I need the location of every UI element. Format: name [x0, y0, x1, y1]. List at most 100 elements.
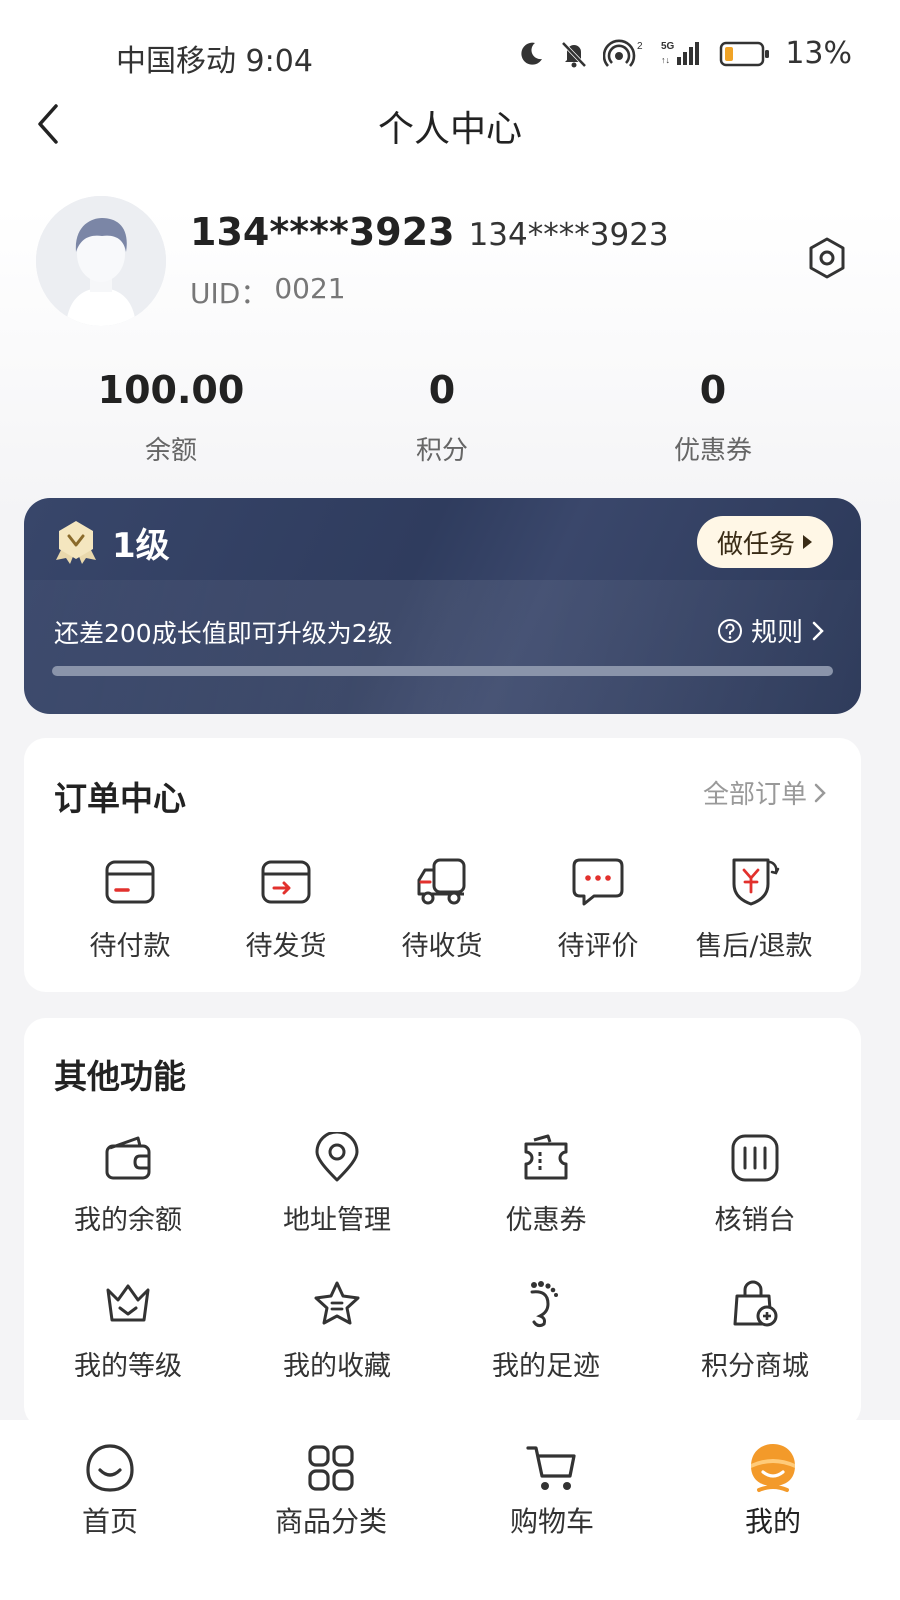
level-badge-icon — [56, 521, 96, 564]
signal-5g-icon: 5G ↑↓ — [661, 41, 700, 65]
chevron-right-icon — [812, 621, 824, 640]
stat-points[interactable]: 0 积分 — [332, 368, 552, 467]
function-address-management[interactable]: 地址管理 — [262, 1132, 412, 1237]
order-item-label: 售后/退款 — [695, 931, 813, 962]
order-pending-review[interactable]: 待评价 — [533, 854, 663, 963]
page-title: 个人中心 — [377, 109, 522, 150]
uid-value: 0021 — [274, 272, 346, 305]
status-icons: 2 5G ↑↓ 13% — [517, 36, 852, 71]
profile-name-row: 134****3923 134****3923 — [190, 210, 669, 254]
rule-label: 规则 — [750, 618, 803, 648]
chevron-right-icon — [814, 783, 826, 802]
carrier-time: 中国移动 9:04 — [116, 44, 313, 79]
svg-text:↑↓: ↑↓ — [661, 55, 670, 65]
order-item-label: 待评价 — [557, 931, 639, 962]
function-item-label: 核销台 — [714, 1205, 796, 1236]
moon-icon — [521, 42, 543, 65]
stat-coupons[interactable]: 0 优惠券 — [603, 368, 823, 467]
stat-value: 0 — [428, 368, 456, 412]
status-bar: 中国移动 9:04 2 5G ↑↓ 13% — [0, 0, 900, 100]
function-item-label: 地址管理 — [283, 1205, 391, 1236]
uid-label: UID： — [190, 277, 269, 310]
home-face-icon — [86, 1444, 134, 1492]
function-item-label: 我的等级 — [74, 1351, 182, 1382]
order-item-label: 待收货 — [401, 931, 483, 962]
truck-icon — [417, 858, 466, 905]
all-orders-link[interactable]: 全部订单 — [703, 774, 827, 811]
comment-icon — [572, 858, 624, 906]
category-grid-icon — [308, 1445, 354, 1491]
coupon-icon — [524, 1134, 568, 1180]
do-task-button[interactable]: 做任务 — [697, 516, 833, 568]
location-pin-icon — [315, 1132, 359, 1182]
avatar[interactable] — [36, 196, 166, 326]
tab-cart[interactable]: 购物车 — [452, 1440, 652, 1540]
tab-categories[interactable]: 商品分类 — [231, 1440, 431, 1540]
help-circle-icon — [717, 618, 742, 643]
all-orders-label: 全部订单 — [702, 780, 807, 810]
function-points-mall[interactable]: 积分商城 — [680, 1278, 830, 1383]
wallet-icon — [105, 1136, 151, 1180]
settings-hexagon-icon[interactable] — [804, 234, 850, 284]
level-rule-link[interactable]: 规则 — [717, 612, 825, 649]
function-item-label: 我的足迹 — [492, 1351, 600, 1382]
refund-icon — [732, 858, 780, 906]
profile-icon — [751, 1444, 795, 1492]
function-item-label: 我的余额 — [74, 1205, 182, 1236]
stat-balance[interactable]: 100.00 余额 — [61, 368, 281, 467]
package-send-icon — [261, 860, 311, 904]
tab-label: 首页 — [81, 1505, 138, 1538]
other-functions-title: 其他功能 — [54, 1057, 186, 1096]
function-my-level[interactable]: 我的等级 — [53, 1278, 203, 1383]
wallet-card-icon — [105, 860, 155, 904]
profile-name-secondary: 134****3923 — [468, 217, 669, 253]
stat-label: 余额 — [144, 436, 197, 466]
tab-home[interactable]: 首页 — [10, 1440, 210, 1540]
tab-label: 购物车 — [509, 1505, 594, 1538]
order-pending-shipment[interactable]: 待发货 — [221, 854, 351, 963]
hotspot-icon: 2 — [603, 39, 643, 67]
account-stats: 100.00 余额 0 积分 0 优惠券 — [36, 368, 856, 468]
level-progress-bar — [52, 666, 833, 676]
function-item-label: 我的收藏 — [283, 1351, 391, 1382]
level-label: 1级 — [112, 526, 170, 566]
stat-label: 优惠券 — [673, 436, 752, 466]
tab-mine[interactable]: 我的 — [673, 1440, 873, 1540]
other-functions-card: 其他功能 我的余额 地址管理 优惠券 核销台 我的等级 我的收藏 我的足迹 积分… — [24, 1018, 861, 1428]
svg-text:2: 2 — [637, 41, 643, 52]
bottom-tab-bar: 首页 商品分类 购物车 我的 — [0, 1420, 900, 1600]
stat-label: 积分 — [415, 436, 468, 466]
tab-label: 我的 — [744, 1505, 801, 1538]
function-coupons[interactable]: 优惠券 — [471, 1132, 621, 1237]
bell-off-icon — [561, 41, 587, 67]
order-pending-receipt[interactable]: 待收货 — [377, 854, 507, 963]
profile-uid: UID： 0021 — [190, 272, 346, 312]
order-item-label: 待付款 — [89, 931, 171, 962]
do-task-label: 做任务 — [716, 529, 795, 560]
function-verification-desk[interactable]: 核销台 — [680, 1132, 830, 1237]
stat-value: 100.00 — [97, 368, 245, 412]
battery-icon — [720, 41, 770, 66]
level-upgrade-hint: 还差200成长值即可升级为2级 — [54, 619, 393, 648]
svg-text:5G: 5G — [661, 41, 675, 52]
function-my-footprints[interactable]: 我的足迹 — [471, 1278, 621, 1383]
default-avatar-icon — [36, 196, 166, 326]
stat-value: 0 — [699, 368, 727, 412]
order-center-card: 订单中心 全部订单 待付款 待发货 待收货 待评价 售后/退款 — [24, 738, 861, 992]
footprint-icon — [530, 1281, 558, 1328]
order-item-label: 待发货 — [245, 931, 327, 962]
function-item-label: 积分商城 — [701, 1351, 809, 1382]
tab-label: 商品分类 — [274, 1505, 387, 1538]
cart-icon — [526, 1446, 576, 1490]
star-icon — [314, 1281, 360, 1325]
profile-name: 134****3923 — [190, 210, 455, 254]
order-after-sales[interactable]: 售后/退款 — [679, 854, 829, 963]
scan-verify-icon — [731, 1134, 779, 1182]
function-item-label: 优惠券 — [505, 1205, 587, 1236]
function-my-favorites[interactable]: 我的收藏 — [262, 1278, 412, 1383]
member-level-card: 1级 做任务 还差200成长值即可升级为2级 规则 — [24, 498, 861, 714]
function-my-balance[interactable]: 我的余额 — [53, 1132, 203, 1237]
order-pending-payment[interactable]: 待付款 — [65, 854, 195, 963]
battery-percent: 13% — [785, 36, 852, 71]
shopping-bag-icon — [733, 1280, 778, 1327]
